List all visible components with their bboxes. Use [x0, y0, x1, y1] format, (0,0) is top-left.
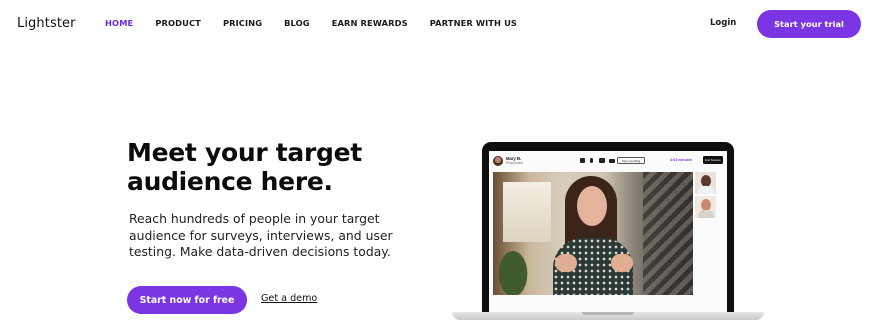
top-navbar: Lightster HOME PRODUCT PRICING BLOG EARN… [0, 0, 870, 48]
video-background-stairs [643, 172, 693, 295]
camera-icon [609, 158, 615, 163]
session-timer: 4:03 minutes [670, 158, 692, 162]
laptop-mockup: Mary B. Respondent Stop recording 4:03 m… [452, 140, 764, 334]
video-background-window [503, 182, 551, 242]
nav-link-partner-with-us[interactable]: PARTNER WITH US [430, 18, 517, 28]
thumbnail-body [698, 210, 714, 218]
nav-link-home[interactable]: HOME [105, 18, 133, 28]
stop-recording-button: Stop recording [617, 157, 645, 164]
laptop-notch [582, 312, 634, 315]
laptop-screen: Mary B. Respondent Stop recording 4:03 m… [489, 151, 727, 313]
nav-link-pricing[interactable]: PRICING [223, 18, 262, 28]
speaker-icon [599, 158, 605, 163]
session-user-role: Respondent [506, 161, 524, 165]
get-demo-link[interactable]: Get a demo [261, 293, 317, 304]
end-session-button: End Session [703, 156, 723, 164]
participant-thumbnail [695, 196, 716, 218]
thumbnail-body [698, 186, 714, 194]
main-video-feed [493, 172, 693, 295]
person-left-hand [555, 254, 577, 272]
hero-title: Meet your target audience here. [127, 138, 362, 196]
person-right-hand [611, 254, 633, 272]
start-now-button[interactable]: Start now for free [127, 286, 247, 314]
nav-link-earn-rewards[interactable]: EARN REWARDS [332, 18, 408, 28]
mic-icon [590, 158, 593, 163]
brand-logo[interactable]: Lightster [17, 16, 76, 31]
lock-icon [580, 158, 585, 163]
session-toolbar: Mary B. Respondent Stop recording 4:03 m… [489, 151, 727, 171]
start-trial-button[interactable]: Start your trial [757, 10, 861, 38]
hero-subtitle: Reach hundreds of people in your target … [129, 211, 393, 259]
avatar [493, 156, 503, 166]
person-face [577, 186, 607, 226]
participant-thumbnail [695, 172, 716, 194]
nav-links: HOME PRODUCT PRICING BLOG EARN REWARDS P… [105, 18, 539, 28]
nav-link-blog[interactable]: BLOG [284, 18, 310, 28]
login-link[interactable]: Login [710, 18, 736, 28]
video-background-plant [493, 242, 533, 295]
nav-link-product[interactable]: PRODUCT [155, 18, 201, 28]
